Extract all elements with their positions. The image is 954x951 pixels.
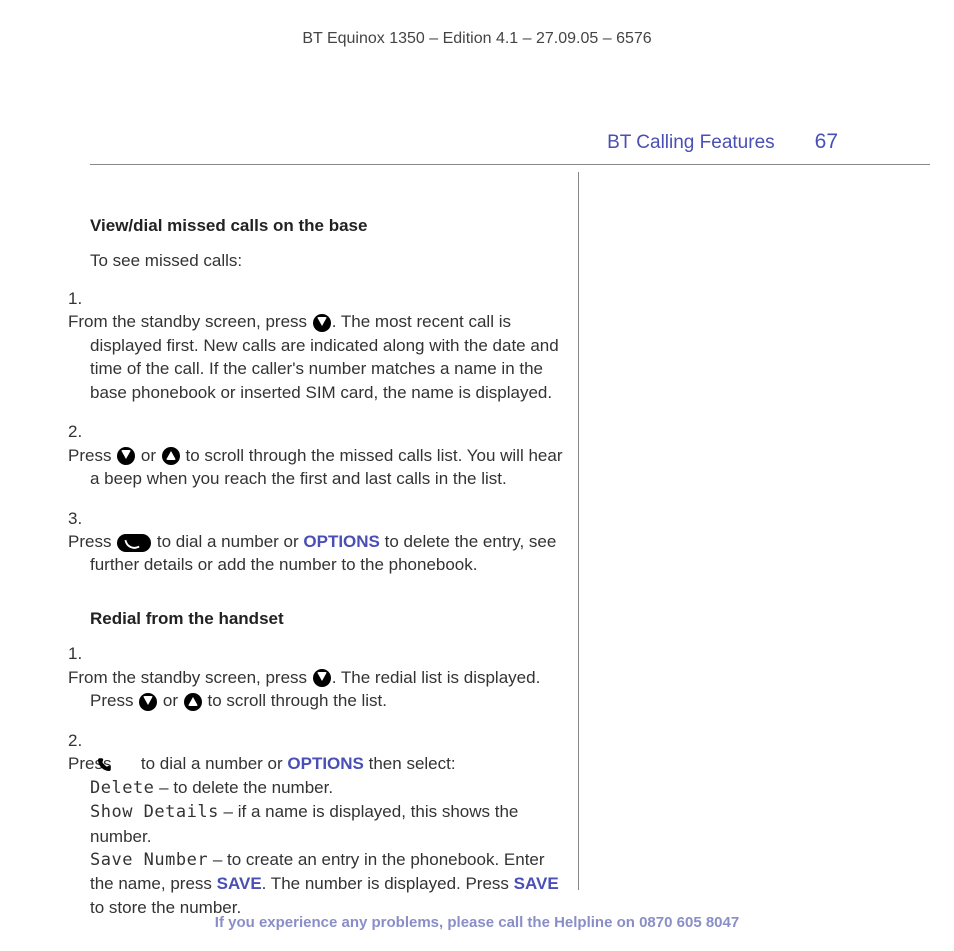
r2-save2: . The number is displayed. Press [262,874,514,893]
lcd-delete: Delete [90,778,154,798]
doc-header: BT Equinox 1350 – Edition 4.1 – 27.09.05… [0,30,954,48]
steps-redial: From the standby screen, press . The red… [90,642,570,919]
redial-step-1: From the standby screen, press . The red… [68,642,570,712]
r2-b: to dial a number or [136,754,287,773]
down-key-icon [313,669,331,687]
down-key-icon [117,447,135,465]
up-key-icon [162,447,180,465]
r1-c: or [158,691,183,710]
r2-c: then select: [364,754,456,773]
save-keyword: SAVE [217,874,262,893]
options-keyword: OPTIONS [303,532,380,551]
redial-step-2: Press to dial a number or OPTIONS then s… [68,729,570,920]
r1-d: to scroll through the list. [203,691,387,710]
page-number: 67 [815,130,930,154]
step-1-text-a: From the standby screen, press [68,312,312,331]
footer-phone: 0870 605 8047 [639,914,739,931]
section-title: BT Calling Features [607,132,775,154]
footer-text: If you experience any problems, please c… [215,914,639,931]
lcd-show-details: Show Details [90,802,219,822]
lcd-save-number: Save Number [90,850,208,870]
steps-view-dial: From the standby screen, press . The mos… [90,287,570,577]
step-2: Press or to scroll through the missed ca… [68,420,570,490]
down-key-icon [139,693,157,711]
running-head: BT Calling Features 67 [90,130,930,165]
step-1: From the standby screen, press . The mos… [68,287,570,404]
handset-icon [117,756,135,774]
save-keyword: SAVE [514,874,559,893]
footer-helpline: If you experience any problems, please c… [0,914,954,931]
heading-view-dial: View/dial missed calls on the base [90,214,570,237]
lead-in-text: To see missed calls: [90,249,570,272]
call-key-icon [117,534,151,552]
r1-a: From the standby screen, press [68,668,312,687]
down-key-icon [313,314,331,332]
heading-redial: Redial from the handset [90,607,570,630]
r2-delete: – to delete the number. [154,778,333,797]
step-2-text-b: or [136,446,161,465]
step-3: Press to dial a number or OPTIONS to del… [68,507,570,577]
options-keyword: OPTIONS [287,754,364,773]
step-3-text-b: to dial a number or [152,532,303,551]
step-2-text-a: Press [68,446,116,465]
step-3-text-a: Press [68,532,116,551]
up-key-icon [184,693,202,711]
